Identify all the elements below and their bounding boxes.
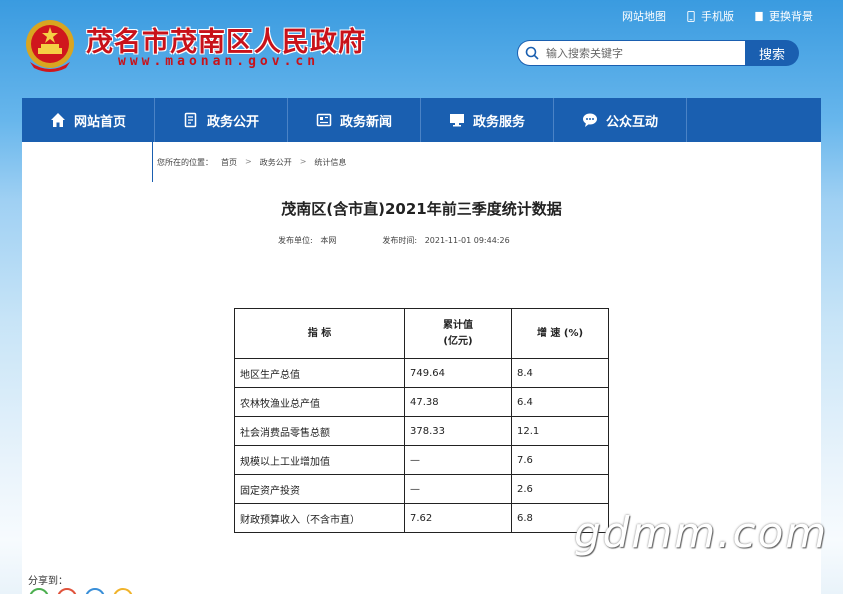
row-indicator: 农林牧渔业总产值 (234, 387, 405, 417)
national-emblem-icon (26, 20, 74, 72)
nav-item-gov-services[interactable]: 政务服务 (421, 98, 554, 142)
table-row: 固定资产投资 — 2.6 (234, 474, 609, 504)
table-row: 规模以上工业增加值 — 7.6 (234, 445, 609, 475)
sitemap-link[interactable]: 网站地图 (622, 8, 666, 24)
row-cumulative: 47.38 (404, 387, 512, 417)
header-cumulative: 累计值 (亿元) (404, 308, 512, 359)
top-links: 网站地图 手机版 更换背景 (622, 8, 813, 24)
row-growth: 7.6 (511, 445, 609, 475)
document-icon (184, 112, 197, 128)
article-meta: 发布单位: 本网 发布时间: 2021-11-01 09:44:26 (278, 235, 510, 246)
row-indicator: 规模以上工业增加值 (234, 445, 405, 475)
nav-item-gov-news[interactable]: 政务新闻 (288, 98, 421, 142)
publish-time-info: 发布时间: 2021-11-01 09:44:26 (382, 235, 509, 246)
row-growth: 6.4 (511, 387, 609, 417)
row-growth: 2.6 (511, 474, 609, 504)
mobile-icon (687, 10, 695, 22)
nav-item-gov-news-label: 政务新闻 (339, 114, 392, 130)
share-wechat-icon[interactable] (29, 588, 49, 594)
table-row: 地区生产总值 749.64 8.4 (234, 358, 609, 388)
table-row: 财政预算收入（不含市直） 7.62 6.8 (234, 503, 609, 533)
home-icon (50, 113, 65, 127)
breadcrumb-statistics[interactable]: 统计信息 (314, 157, 346, 168)
search-box: 搜索 (517, 40, 799, 66)
search-input[interactable] (517, 40, 749, 66)
breadcrumb-prefix: 您所在的位置： (157, 158, 213, 167)
nav-item-gov-affairs-open[interactable]: 政务公开 (155, 98, 288, 142)
row-cumulative: — (404, 445, 512, 475)
search-button[interactable]: 搜索 (745, 40, 799, 66)
sitemap-link-label: 网站地图 (622, 10, 666, 23)
breadcrumb-gov-affairs[interactable]: 政务公开 (260, 157, 292, 168)
nav-item-home[interactable]: 网站首页 (22, 98, 155, 142)
article-title: 茂南区(含市直)2021年前三季度统计数据 (281, 200, 562, 218)
mobile-link[interactable]: 手机版 (686, 8, 734, 24)
change-background-link[interactable]: 更换背景 (754, 8, 813, 24)
statistics-table: 指 标 累计值 (亿元) 增 速 (%) 地区生产总值 749.64 8.4 农… (234, 308, 609, 533)
table-row: 农林牧渔业总产值 47.38 6.4 (234, 387, 609, 417)
table-header-row: 指 标 累计值 (亿元) 增 速 (%) (234, 308, 609, 359)
share-label: 分享到： (28, 576, 68, 587)
site-header: 茂名市茂南区人民政府 www.maonan.gov.cn 网站地图 手机版 更换… (0, 0, 843, 100)
site-url: www.maonan.gov.cn (118, 54, 320, 69)
publisher-value: 本网 (320, 236, 337, 245)
breadcrumb-separator: > (299, 157, 307, 166)
nav-item-home-label: 网站首页 (73, 114, 126, 130)
header-cumulative-unit: (亿元) (443, 335, 473, 347)
change-background-label: 更换背景 (769, 10, 813, 23)
main-nav: 网站首页 政务公开 政务新闻 政务服务 公众互动 (22, 98, 821, 142)
share-qq-icon[interactable] (85, 588, 105, 594)
row-cumulative: 7.62 (404, 503, 512, 533)
breadcrumb-separator: > (245, 157, 252, 166)
row-indicator: 社会消费品零售总额 (234, 416, 405, 446)
mobile-link-label: 手机版 (701, 10, 734, 23)
news-icon (316, 113, 332, 127)
watermark: gdmm.com (574, 508, 829, 557)
nav-item-gov-affairs-open-label: 政务公开 (206, 114, 259, 130)
publisher-label: 发布单位: (278, 236, 313, 245)
nav-item-public-interaction-label: 公众互动 (605, 114, 658, 130)
nav-item-public-interaction[interactable]: 公众互动 (554, 98, 687, 142)
chat-icon (582, 113, 597, 127)
share-weibo-icon[interactable] (57, 588, 77, 594)
search-icon (525, 46, 539, 60)
publish-time-value: 2021-11-01 09:44:26 (424, 236, 510, 245)
row-indicator: 固定资产投资 (234, 474, 405, 504)
nav-item-gov-services-label: 政务服务 (472, 114, 525, 130)
breadcrumb: 您所在的位置： 首页 > 政务公开 > 统计信息 (157, 157, 346, 168)
table-row: 社会消费品零售总额 378.33 12.1 (234, 416, 609, 446)
header-growth: 增 速 (%) (511, 308, 609, 359)
header-cumulative-label: 累计值 (443, 319, 473, 331)
share-icons (29, 588, 133, 594)
row-growth: 12.1 (511, 416, 609, 446)
breadcrumb-bar: 您所在的位置： 首页 > 政务公开 > 统计信息 (152, 142, 821, 182)
monitor-icon (449, 114, 464, 127)
header-indicator: 指 标 (234, 308, 405, 359)
publisher-info: 发布单位: 本网 (278, 235, 336, 246)
background-icon (755, 11, 763, 21)
row-cumulative: 749.64 (404, 358, 512, 388)
publish-time-label: 发布时间: (382, 236, 418, 245)
share-qzone-icon[interactable] (113, 588, 133, 594)
row-indicator: 财政预算收入（不含市直） (234, 503, 405, 533)
row-growth: 8.4 (511, 358, 609, 388)
breadcrumb-home[interactable]: 首页 (221, 157, 237, 168)
row-cumulative: — (404, 474, 512, 504)
row-indicator: 地区生产总值 (234, 358, 405, 388)
row-cumulative: 378.33 (404, 416, 512, 446)
